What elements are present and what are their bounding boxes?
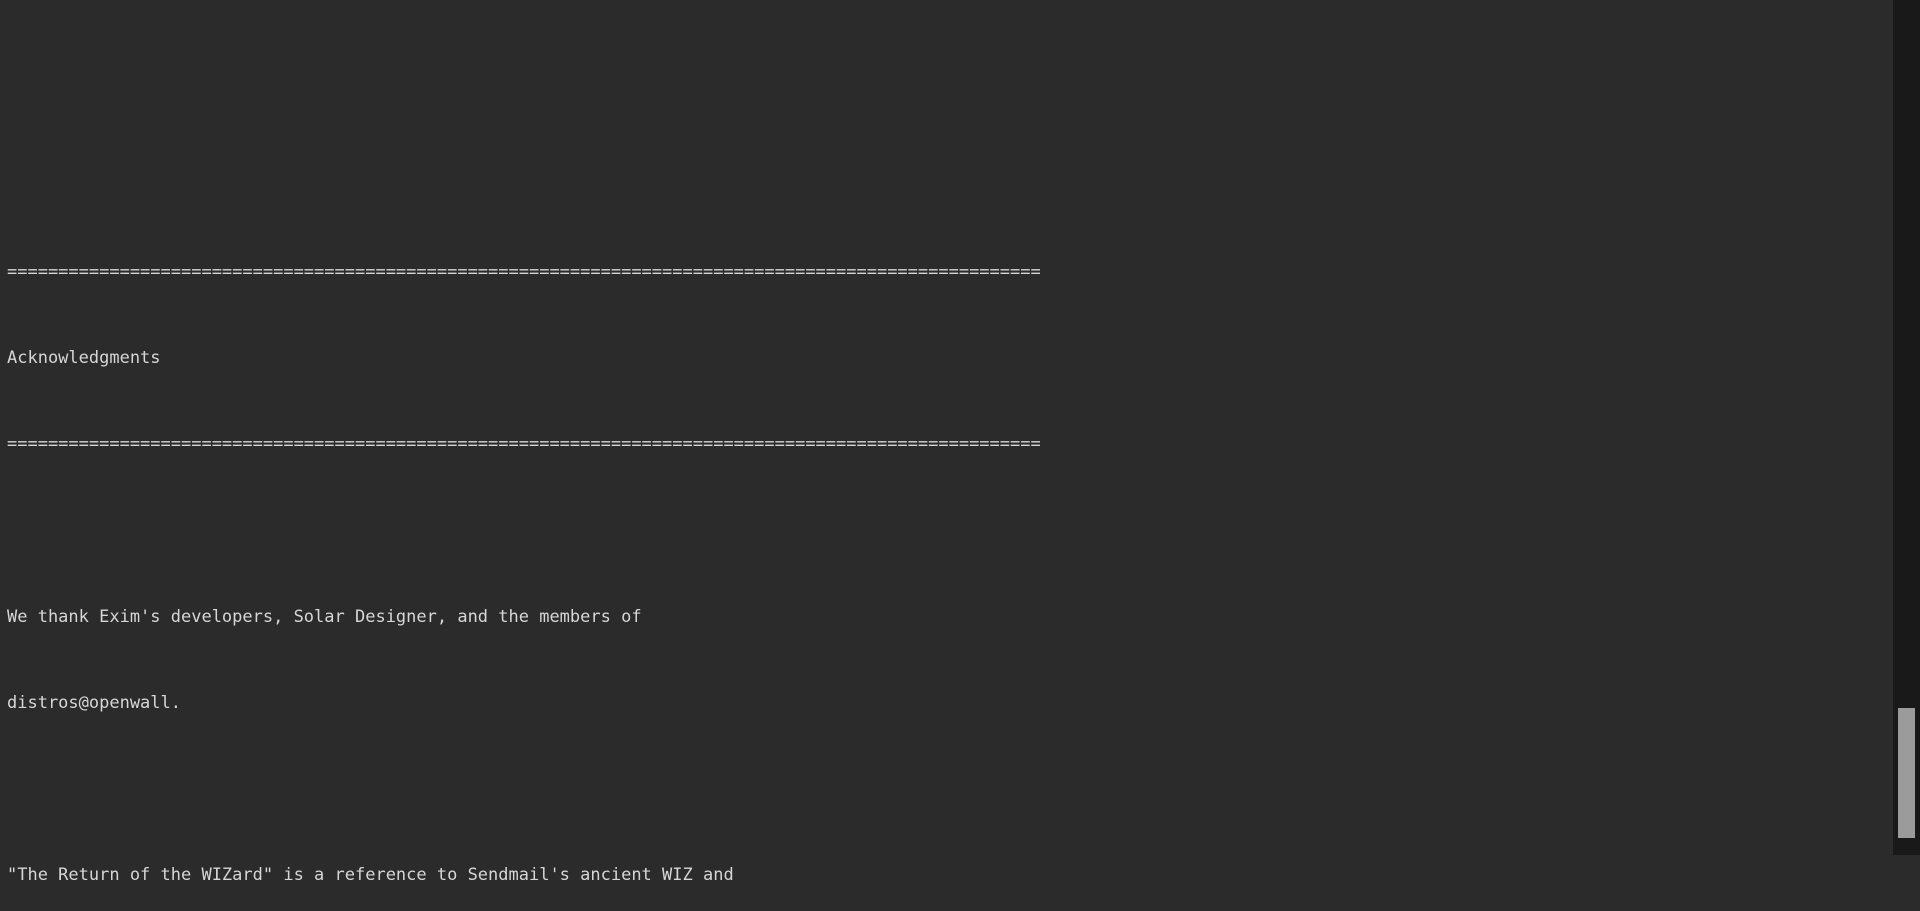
window-filler xyxy=(1893,855,1920,911)
terminal-screen[interactable]: ========================================… xyxy=(0,0,1893,911)
terminal-section-heading-acknowledgments: Acknowledgments xyxy=(7,348,161,369)
terminal-line: "The Return of the WIZard" is a referenc… xyxy=(7,864,734,885)
terminal-separator-line: ========================================… xyxy=(7,262,1041,283)
terminal-scrollbar-track[interactable] xyxy=(1893,0,1920,855)
terminal-line: We thank Exim's developers, Solar Design… xyxy=(7,606,642,627)
terminal-output: ========================================… xyxy=(7,0,1041,911)
terminal-line: distros@openwall. xyxy=(7,692,181,713)
terminal-separator-line: ========================================… xyxy=(7,434,1041,455)
terminal-window[interactable]: ========================================… xyxy=(0,0,1920,911)
terminal-scrollbar-thumb[interactable] xyxy=(1898,708,1915,838)
